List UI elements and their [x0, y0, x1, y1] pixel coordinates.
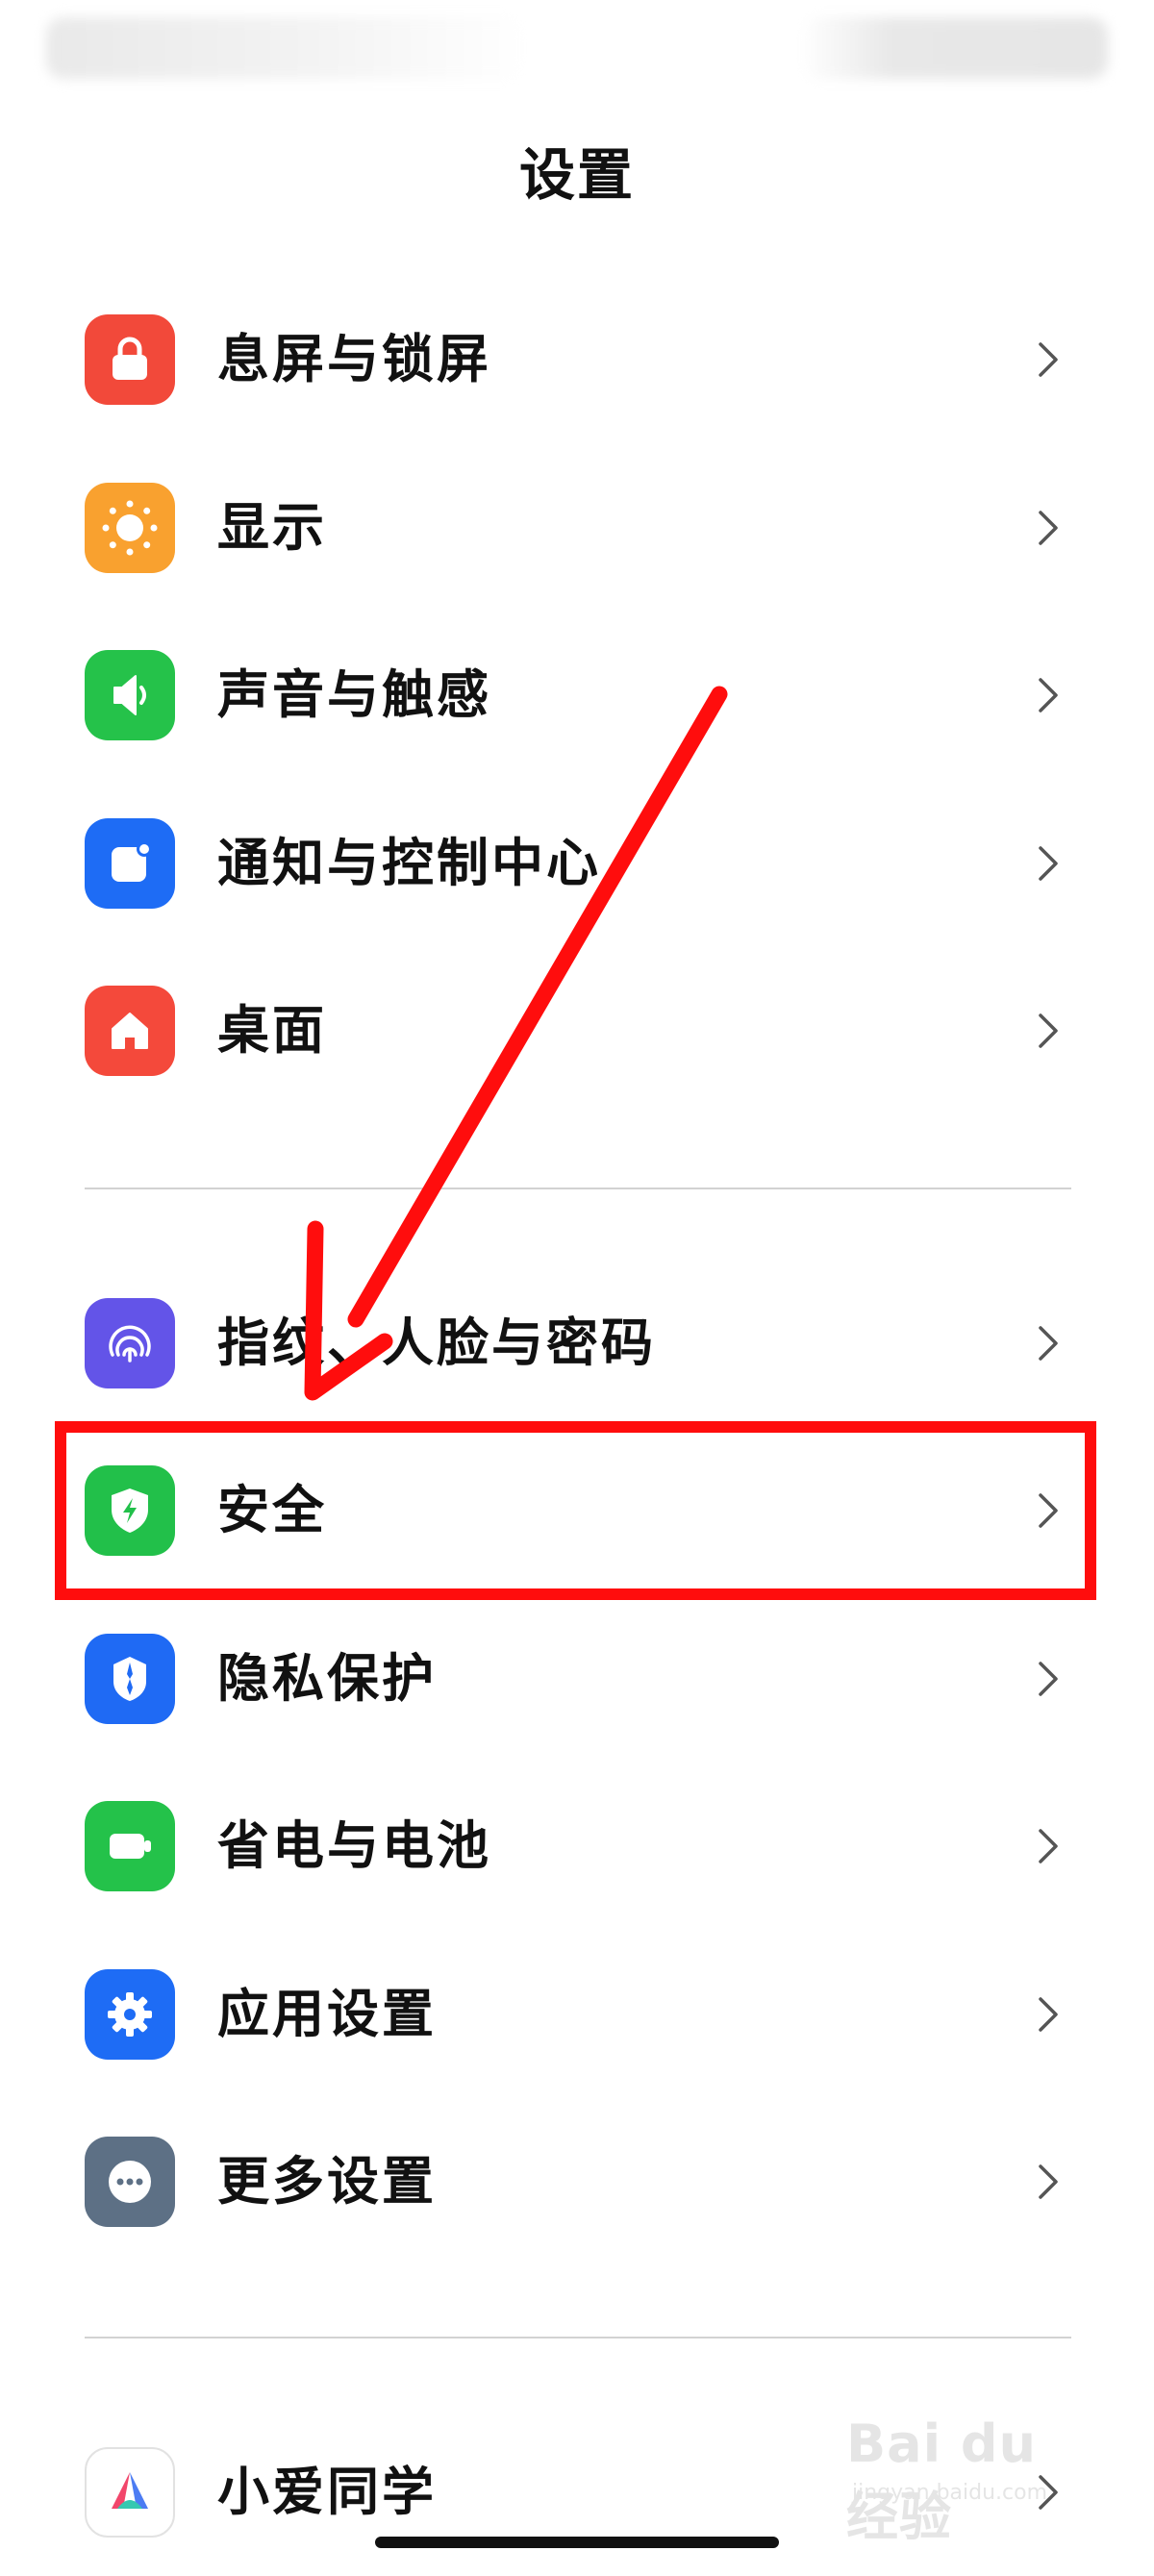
lock-icon: [85, 314, 175, 405]
settings-item-label: 指纹、人脸与密码: [217, 1313, 656, 1373]
settings-item-label: 桌面: [217, 1000, 327, 1061]
settings-item-display[interactable]: 显示: [0, 444, 1154, 612]
privacy-icon: [85, 1634, 175, 1724]
settings-item-privacy[interactable]: 隐私保护: [0, 1595, 1154, 1763]
settings-item-notifications[interactable]: 通知与控制中心: [0, 780, 1154, 947]
settings-item-label: 隐私保护: [217, 1648, 437, 1709]
home-icon: [85, 986, 175, 1076]
more-icon: [85, 2137, 175, 2227]
settings-item-label: 应用设置: [217, 1984, 437, 2044]
chevron-right-icon: [1039, 511, 1058, 545]
chevron-right-icon: [1039, 1662, 1058, 1696]
settings-item-battery[interactable]: 省电与电池: [0, 1763, 1154, 1930]
settings-item-security[interactable]: 安全: [0, 1427, 1154, 1594]
sun-icon: [85, 483, 175, 573]
status-bar-right-blurred: [800, 17, 1108, 79]
settings-item-label: 更多设置: [217, 2151, 437, 2212]
xiaoai-icon: [85, 2447, 175, 2538]
settings-item-fingerprint[interactable]: 指纹、人脸与密码: [0, 1260, 1154, 1427]
chevron-right-icon: [1039, 678, 1058, 713]
settings-item-label: 息屏与锁屏: [217, 329, 491, 389]
settings-item-label: 安全: [217, 1480, 327, 1540]
settings-item-xiaoai[interactable]: 小爱同学: [0, 2409, 1154, 2576]
chevron-right-icon: [1039, 2475, 1058, 2510]
chevron-right-icon: [1039, 1013, 1058, 1048]
page-title: 设置: [518, 142, 635, 208]
fingerprint-icon: [85, 1298, 175, 1388]
settings-item-lockscreen[interactable]: 息屏与锁屏: [0, 276, 1154, 443]
chevron-right-icon: [1039, 1997, 1058, 2032]
settings-item-label: 显示: [217, 497, 327, 558]
settings-item-label: 通知与控制中心: [217, 833, 601, 893]
settings-item-label: 省电与电池: [217, 1815, 491, 1876]
chevron-right-icon: [1039, 1493, 1058, 1528]
settings-item-label: 小爱同学: [217, 2462, 437, 2522]
battery-icon: [85, 1801, 175, 1891]
notification-icon: [85, 818, 175, 909]
chevron-right-icon: [1039, 342, 1058, 377]
chevron-right-icon: [1039, 1829, 1058, 1863]
chevron-right-icon: [1039, 2164, 1058, 2199]
chevron-right-icon: [1039, 1326, 1058, 1361]
settings-item-more-settings[interactable]: 更多设置: [0, 2098, 1154, 2265]
section-divider: [85, 1188, 1071, 1189]
status-bar-left-blurred: [46, 17, 527, 79]
settings-item-app-settings[interactable]: 应用设置: [0, 1931, 1154, 2098]
home-indicator[interactable]: [375, 2537, 779, 2548]
chevron-right-icon: [1039, 846, 1058, 881]
settings-item-desktop[interactable]: 桌面: [0, 947, 1154, 1114]
gear-icon: [85, 1969, 175, 2060]
settings-item-sound[interactable]: 声音与触感: [0, 612, 1154, 779]
settings-item-label: 声音与触感: [217, 664, 491, 725]
speaker-icon: [85, 650, 175, 740]
shield-icon: [85, 1465, 175, 1556]
section-divider: [85, 2337, 1071, 2338]
